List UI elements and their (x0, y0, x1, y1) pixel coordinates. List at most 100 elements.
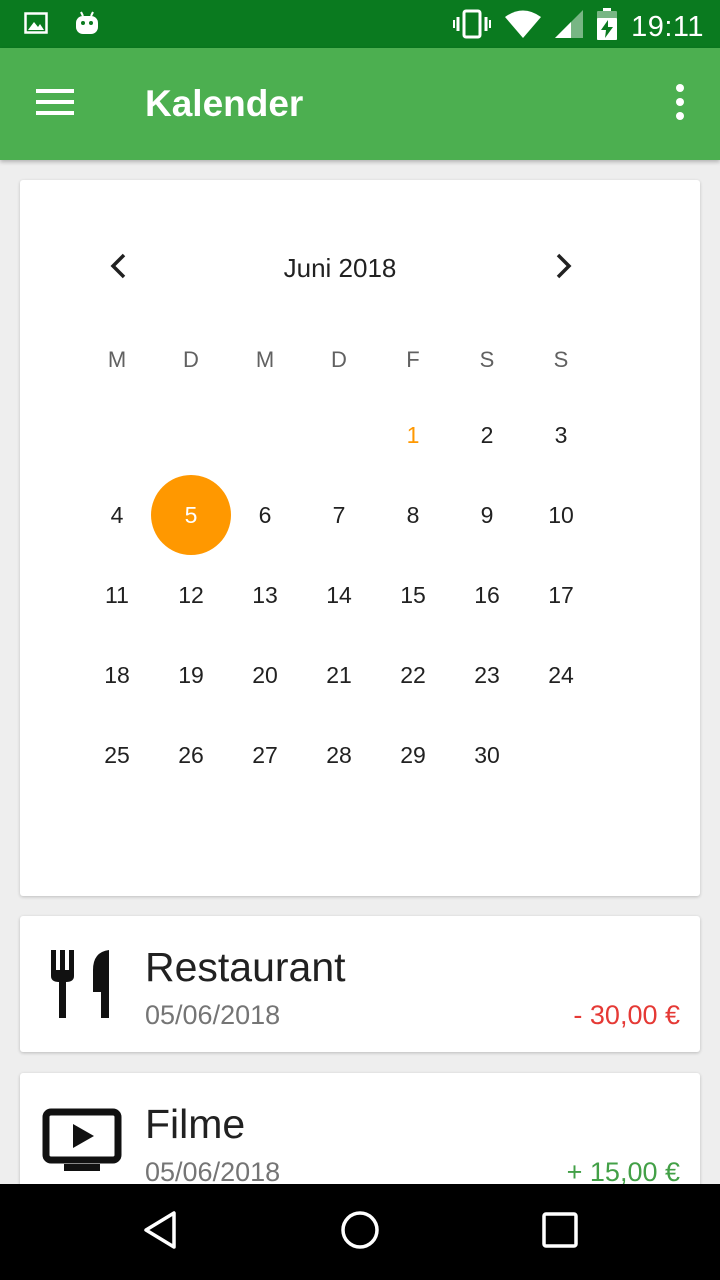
calendar-day-number: 13 (252, 581, 278, 608)
calendar-day-number: 9 (480, 501, 494, 528)
weekday-label: M (255, 347, 275, 372)
tv-play-icon (42, 1101, 122, 1181)
transaction-date: 05/06/2018 (145, 1000, 281, 1030)
calendar-day-number: 30 (474, 741, 500, 768)
calendar-day[interactable]: 27 (228, 715, 302, 795)
calendar-day-number: 4 (110, 501, 124, 528)
calendar-day[interactable]: 4 (80, 475, 154, 555)
calendar-day-number: 17 (548, 581, 574, 608)
image-icon (24, 11, 48, 40)
wifi-icon (505, 10, 542, 43)
calendar-day-number: 11 (105, 581, 129, 608)
calendar-day[interactable]: 18 (80, 635, 154, 715)
recents-icon (542, 1211, 578, 1253)
transaction-card-restaurant[interactable]: Restaurant 05/06/2018 - 30,00 € (20, 916, 700, 1052)
weekday-label: S (479, 347, 495, 372)
status-bar: 19:11 (0, 0, 720, 48)
calendar-day[interactable]: 21 (302, 635, 376, 715)
calendar-day[interactable]: 22 (376, 635, 450, 715)
calendar-day-number: 16 (474, 581, 500, 608)
calendar-day[interactable]: 5 (151, 475, 231, 555)
calendar-day[interactable]: 1 (376, 395, 450, 475)
home-icon (340, 1210, 380, 1255)
vibrate-icon (453, 9, 492, 44)
calendar-day[interactable]: 16 (450, 555, 524, 635)
transaction-title: Restaurant (145, 944, 346, 990)
calendar-day-number: 27 (252, 741, 278, 768)
calendar-day-number: 19 (178, 661, 204, 688)
calendar-day-number: 29 (400, 741, 426, 768)
calendar-day[interactable]: 17 (524, 555, 598, 635)
calendar-day-number: 15 (400, 581, 426, 608)
calendar-day[interactable]: 9 (450, 475, 524, 555)
back-icon (142, 1210, 178, 1255)
calendar-day[interactable]: 2 (450, 395, 524, 475)
calendar-day[interactable]: 6 (228, 475, 302, 555)
next-month-button[interactable] (544, 246, 584, 290)
calendar-day[interactable]: 12 (154, 555, 228, 635)
calendar-empty-cell (302, 395, 376, 475)
calendar-day[interactable]: 7 (302, 475, 376, 555)
previous-month-button[interactable] (98, 246, 138, 290)
calendar-day-number: 3 (554, 421, 568, 448)
recents-button[interactable] (532, 1204, 588, 1260)
calendar-day[interactable]: 15 (376, 555, 450, 635)
more-options-button[interactable] (666, 78, 694, 130)
calendar-day[interactable]: 28 (302, 715, 376, 795)
calendar-day[interactable]: 14 (302, 555, 376, 635)
calendar-day-number: 25 (104, 741, 130, 768)
calendar-day[interactable]: 25 (80, 715, 154, 795)
calendar-weekday-header: MDMDFSS (80, 344, 598, 376)
weekday-label: F (406, 347, 420, 372)
calendar-day-number: 12 (178, 581, 204, 608)
calendar-day-number: 18 (104, 661, 130, 688)
calendar-day-number: 22 (400, 661, 426, 688)
calendar-day[interactable]: 3 (524, 395, 598, 475)
restaurant-icon (42, 944, 122, 1024)
weekday-label: S (553, 347, 569, 372)
calendar-day[interactable]: 19 (154, 635, 228, 715)
weekday-label: D (183, 347, 199, 372)
calendar-day-number: 14 (326, 581, 352, 608)
calendar-day-number: 21 (326, 661, 352, 688)
calendar-day-number: 1 (406, 421, 420, 448)
calendar-day[interactable]: 13 (228, 555, 302, 635)
calendar-day-number: 8 (406, 501, 420, 528)
transaction-title: Filme (145, 1101, 246, 1147)
more-vert-icon (675, 83, 685, 125)
calendar-day-number: 6 (258, 501, 272, 528)
calendar-day-number: 10 (548, 501, 574, 528)
calendar-day-number: 24 (548, 661, 574, 688)
android-icon (74, 10, 100, 41)
calendar-day-number: 2 (480, 421, 494, 448)
calendar-day-number: 5 (184, 501, 198, 528)
transaction-amount: - 30,00 € (573, 1000, 680, 1030)
calendar-day[interactable]: 29 (376, 715, 450, 795)
calendar-empty-cell (80, 395, 154, 475)
calendar-day[interactable]: 10 (524, 475, 598, 555)
calendar-card: Juni 2018 MDMDFSS 1 2 3 4 5 6 7 8 9 10 11 12 13 14 15 1… (20, 180, 700, 896)
calendar-day[interactable]: 24 (524, 635, 598, 715)
calendar-day[interactable]: 26 (154, 715, 228, 795)
menu-button[interactable] (28, 82, 84, 126)
calendar-empty-cell (228, 395, 302, 475)
status-time: 19:11 (631, 10, 704, 43)
calendar-day-number: 7 (332, 501, 346, 528)
calendar-day[interactable]: 20 (228, 635, 302, 715)
calendar-day[interactable]: 8 (376, 475, 450, 555)
calendar-day[interactable]: 11 (80, 555, 154, 635)
calendar-day-number: 26 (178, 741, 204, 768)
chevron-right-icon (555, 253, 573, 284)
app-bar: Kalender (0, 48, 720, 160)
signal-icon (555, 10, 584, 43)
menu-icon (36, 87, 76, 122)
page-title: Kalender (145, 83, 304, 124)
chevron-left-icon (109, 253, 127, 284)
calendar-empty-cell (154, 395, 228, 475)
home-button[interactable] (332, 1204, 388, 1260)
calendar-day[interactable]: 30 (450, 715, 524, 795)
back-button[interactable] (132, 1204, 188, 1260)
calendar-month-label: Juni 2018 (283, 253, 397, 283)
calendar-day[interactable]: 23 (450, 635, 524, 715)
calendar-day-number: 28 (326, 741, 352, 768)
